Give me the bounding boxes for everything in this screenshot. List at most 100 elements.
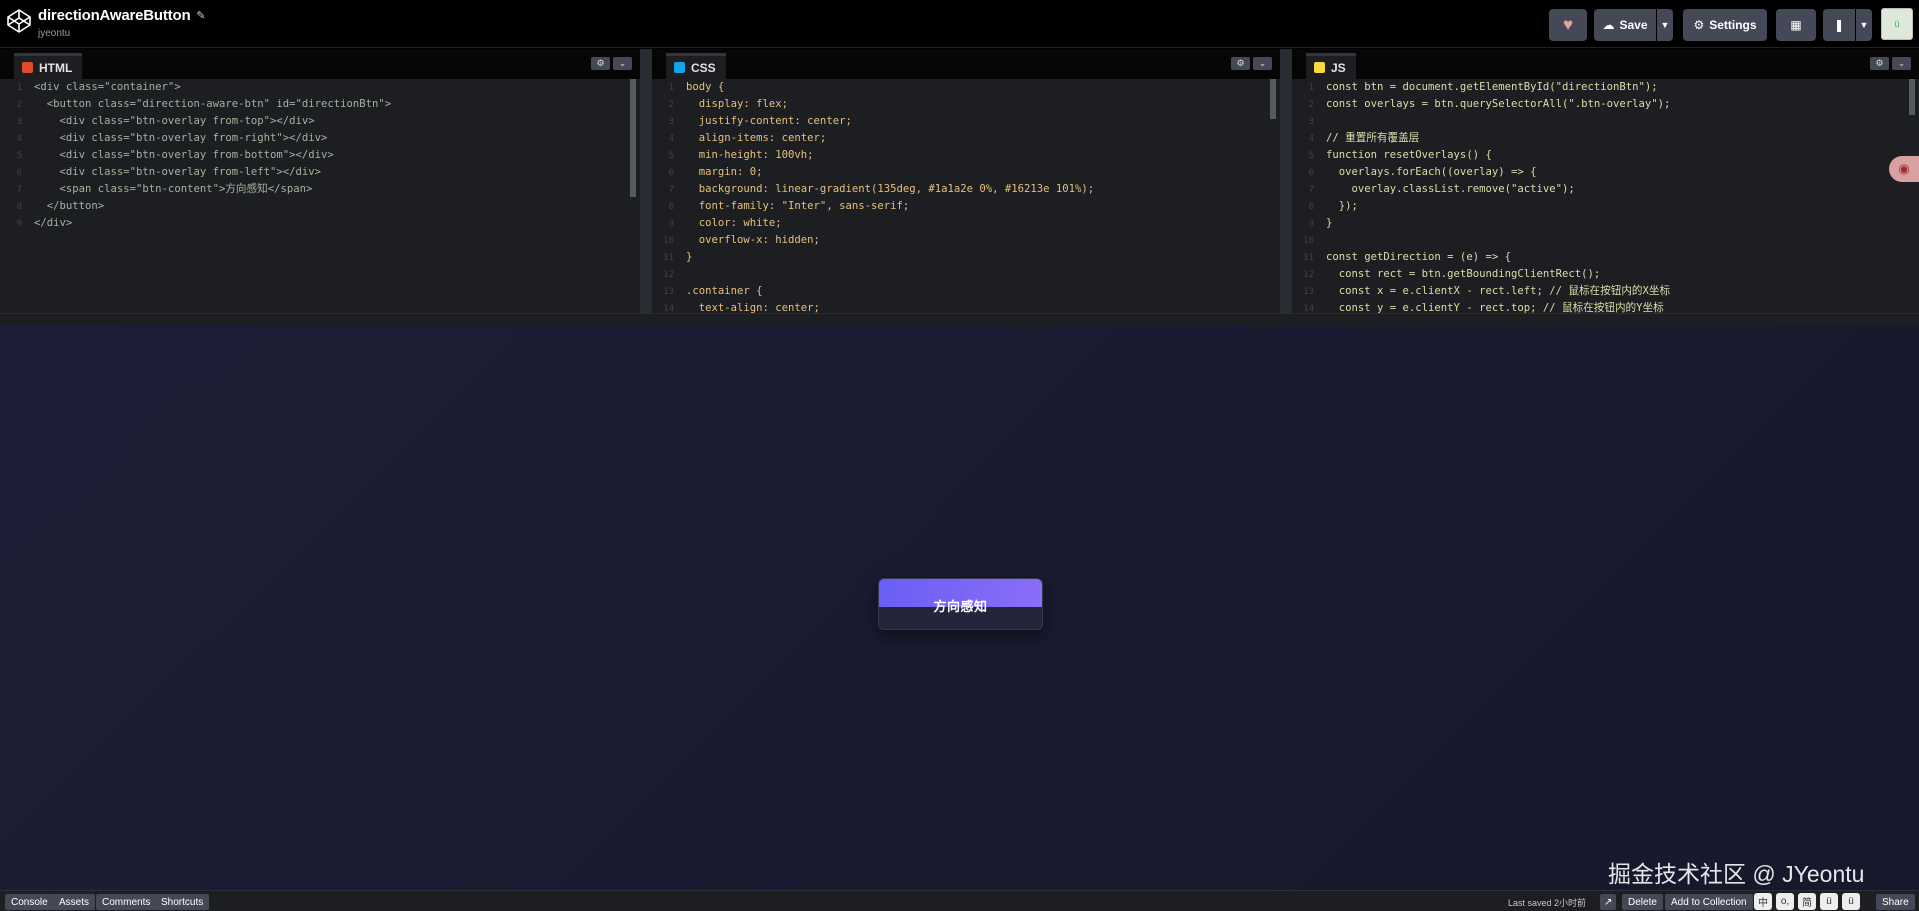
save-dropdown-button[interactable]: ▼ [1657, 9, 1673, 41]
tab-js[interactable]: JS [1306, 53, 1356, 79]
code-line[interactable]: 1 const btn = document.getElementById("di… [1292, 79, 1919, 96]
js-scrollbar[interactable] [1909, 79, 1915, 115]
code-text[interactable]: const getDirection = (e) => { [1326, 251, 1511, 263]
css-scrollbar[interactable] [1270, 79, 1276, 119]
code-text[interactable]: function resetOverlays() { [1326, 149, 1492, 161]
save-button[interactable]: ☁ Save [1594, 9, 1656, 41]
code-line[interactable]: 6 margin: 0; [652, 164, 1280, 181]
code-line[interactable]: 2 const overlays = btn.querySelectorAll("… [1292, 96, 1919, 113]
code-line[interactable]: 6 overlays.forEach((overlay) => { [1292, 164, 1919, 181]
code-line[interactable]: 8 }); [1292, 198, 1919, 215]
code-text[interactable]: background: linear-gradient(135deg, #1a1… [686, 183, 1094, 195]
js-collapse-button[interactable]: ⌄ [1892, 57, 1911, 70]
code-text[interactable]: const y = e.clientY - rect.top; // 鼠标在按钮… [1326, 302, 1664, 313]
code-line[interactable]: 10 overflow-x: hidden; [652, 232, 1280, 249]
ime-toolbar-icon[interactable]: 简 [1798, 893, 1816, 910]
settings-button[interactable]: ⚙ Settings [1683, 9, 1767, 41]
code-line[interactable]: 8 </button> [0, 198, 640, 215]
code-line[interactable]: 5 <div class="btn-overlay from-bottom"><… [0, 147, 640, 164]
assets-button[interactable]: Assets [53, 894, 96, 910]
code-line[interactable]: 2 <button class="direction-aware-btn" id… [0, 96, 640, 113]
code-line[interactable]: 3 [1292, 113, 1919, 130]
comments-button[interactable]: Comments [96, 894, 157, 910]
code-text[interactable]: }); [1326, 200, 1358, 212]
ime-toolbar-icon[interactable]: ü [1842, 893, 1860, 910]
js-settings-button[interactable]: ⚙ [1870, 57, 1889, 70]
code-line[interactable]: 10 [1292, 232, 1919, 249]
console-button[interactable]: Console [5, 894, 54, 910]
code-text[interactable]: <div class="container"> [34, 81, 181, 93]
code-line[interactable]: 7 background: linear-gradient(135deg, #1… [652, 181, 1280, 198]
css-code-editor[interactable]: 1 body {2 display: flex; 3 justify-content… [652, 79, 1280, 313]
code-line[interactable]: 4 align-items: center; [652, 130, 1280, 147]
js-code-editor[interactable]: 1 const btn = document.getElementById("di… [1292, 79, 1919, 313]
code-text[interactable]: // 重置所有覆盖层 [1326, 132, 1419, 144]
open-external-button[interactable]: ↗ [1600, 894, 1617, 910]
code-text[interactable]: justify-content: center; [686, 115, 852, 127]
code-line[interactable]: 1 <div class="container"> [0, 79, 640, 96]
code-line[interactable]: 7 <span class="btn-content">方向感知</span> [0, 181, 640, 198]
code-line[interactable]: 1 body { [652, 79, 1280, 96]
code-line[interactable]: 6 <div class="btn-overlay from-left"></d… [0, 164, 640, 181]
editor-resize-handle[interactable] [0, 313, 1919, 327]
add-to-collection-button[interactable]: Add to Collection [1665, 894, 1753, 910]
css-collapse-button[interactable]: ⌄ [1253, 57, 1272, 70]
html-settings-button[interactable]: ⚙ [591, 57, 610, 70]
code-text[interactable]: overlay.classList.remove("active"); [1326, 183, 1575, 195]
code-text[interactable]: </div> [34, 217, 72, 229]
code-text[interactable]: <div class="btn-overlay from-right"></di… [34, 132, 328, 144]
code-text[interactable]: overlays.forEach((overlay) => { [1326, 166, 1537, 178]
code-line[interactable]: 13 const x = e.clientX - rect.left; // 鼠… [1292, 283, 1919, 300]
code-line[interactable]: 9 </div> [0, 215, 640, 232]
translate-plugin-icon[interactable]: ◉ [1889, 156, 1919, 182]
code-text[interactable]: .container { [686, 285, 763, 297]
code-text[interactable]: <span class="btn-content">方向感知</span> [34, 183, 313, 195]
code-text[interactable]: <div class="btn-overlay from-bottom"></d… [34, 149, 334, 161]
code-text[interactable]: font-family: "Inter", sans-serif; [686, 200, 909, 212]
code-text[interactable]: color: white; [686, 217, 782, 229]
code-text[interactable]: min-height: 100vh; [686, 149, 814, 161]
html-code-editor[interactable]: 1 <div class="container"> 2 <button class=… [0, 79, 640, 313]
code-text[interactable]: const btn = document.getElementById("dir… [1326, 81, 1658, 93]
code-text[interactable]: <div class="btn-overlay from-top"></div> [34, 115, 315, 127]
bookmark-dropdown-button[interactable]: ▼ [1856, 9, 1872, 41]
code-line[interactable]: 11 const getDirection = (e) => { [1292, 249, 1919, 266]
pen-author[interactable]: jyeontu [38, 28, 70, 39]
code-text[interactable]: <div class="btn-overlay from-left"></div… [34, 166, 322, 178]
code-text[interactable]: const x = e.clientX - rect.left; // 鼠标在按… [1326, 285, 1670, 297]
code-line[interactable]: 12 const rect = btn.getBoundingClientRec… [1292, 266, 1919, 283]
code-line[interactable]: 9 color: white; [652, 215, 1280, 232]
code-line[interactable]: 9} [1292, 215, 1919, 232]
code-line[interactable]: 13 .container { [652, 283, 1280, 300]
direction-aware-button[interactable]: 方向感知 [878, 578, 1043, 630]
code-text[interactable]: body { [686, 81, 724, 93]
code-text[interactable]: display: flex; [686, 98, 788, 110]
love-button[interactable]: ♥ [1549, 9, 1587, 41]
css-settings-button[interactable]: ⚙ [1231, 57, 1250, 70]
code-text[interactable]: } [1326, 217, 1332, 229]
bookmark-button[interactable]: ❚ [1823, 9, 1855, 41]
pen-title[interactable]: directionAwareButton ✎ [38, 7, 206, 24]
tab-html[interactable]: HTML [14, 53, 83, 79]
code-line[interactable]: 5 function resetOverlays() { [1292, 147, 1919, 164]
tab-css[interactable]: CSS [666, 53, 726, 79]
code-line[interactable]: 8 font-family: "Inter", sans-serif; [652, 198, 1280, 215]
ime-toolbar-icon[interactable]: 中 [1754, 893, 1772, 910]
codepen-logo-icon[interactable] [6, 8, 32, 34]
code-line[interactable]: 11} [652, 249, 1280, 266]
code-text[interactable]: <button class="direction-aware-btn" id="… [34, 98, 391, 110]
code-line[interactable]: 4 <div class="btn-overlay from-right"></… [0, 130, 640, 147]
user-avatar[interactable]: ü [1881, 8, 1913, 40]
shortcuts-button[interactable]: Shortcuts [155, 894, 210, 910]
code-line[interactable]: 12 [652, 266, 1280, 283]
code-line[interactable]: 3 justify-content: center; [652, 113, 1280, 130]
code-text[interactable]: </button> [34, 200, 104, 212]
code-text[interactable]: align-items: center; [686, 132, 827, 144]
change-view-button[interactable]: ▦ [1776, 9, 1816, 41]
code-text[interactable]: const rect = btn.getBoundingClientRect()… [1326, 268, 1601, 280]
ime-toolbar-icon[interactable]: o, [1776, 893, 1794, 910]
code-line[interactable]: 7 overlay.classList.remove("active"); [1292, 181, 1919, 198]
code-text[interactable]: } [686, 251, 692, 263]
code-line[interactable]: 4 // 重置所有覆盖层 [1292, 130, 1919, 147]
code-line[interactable]: 3 <div class="btn-overlay from-top"></di… [0, 113, 640, 130]
